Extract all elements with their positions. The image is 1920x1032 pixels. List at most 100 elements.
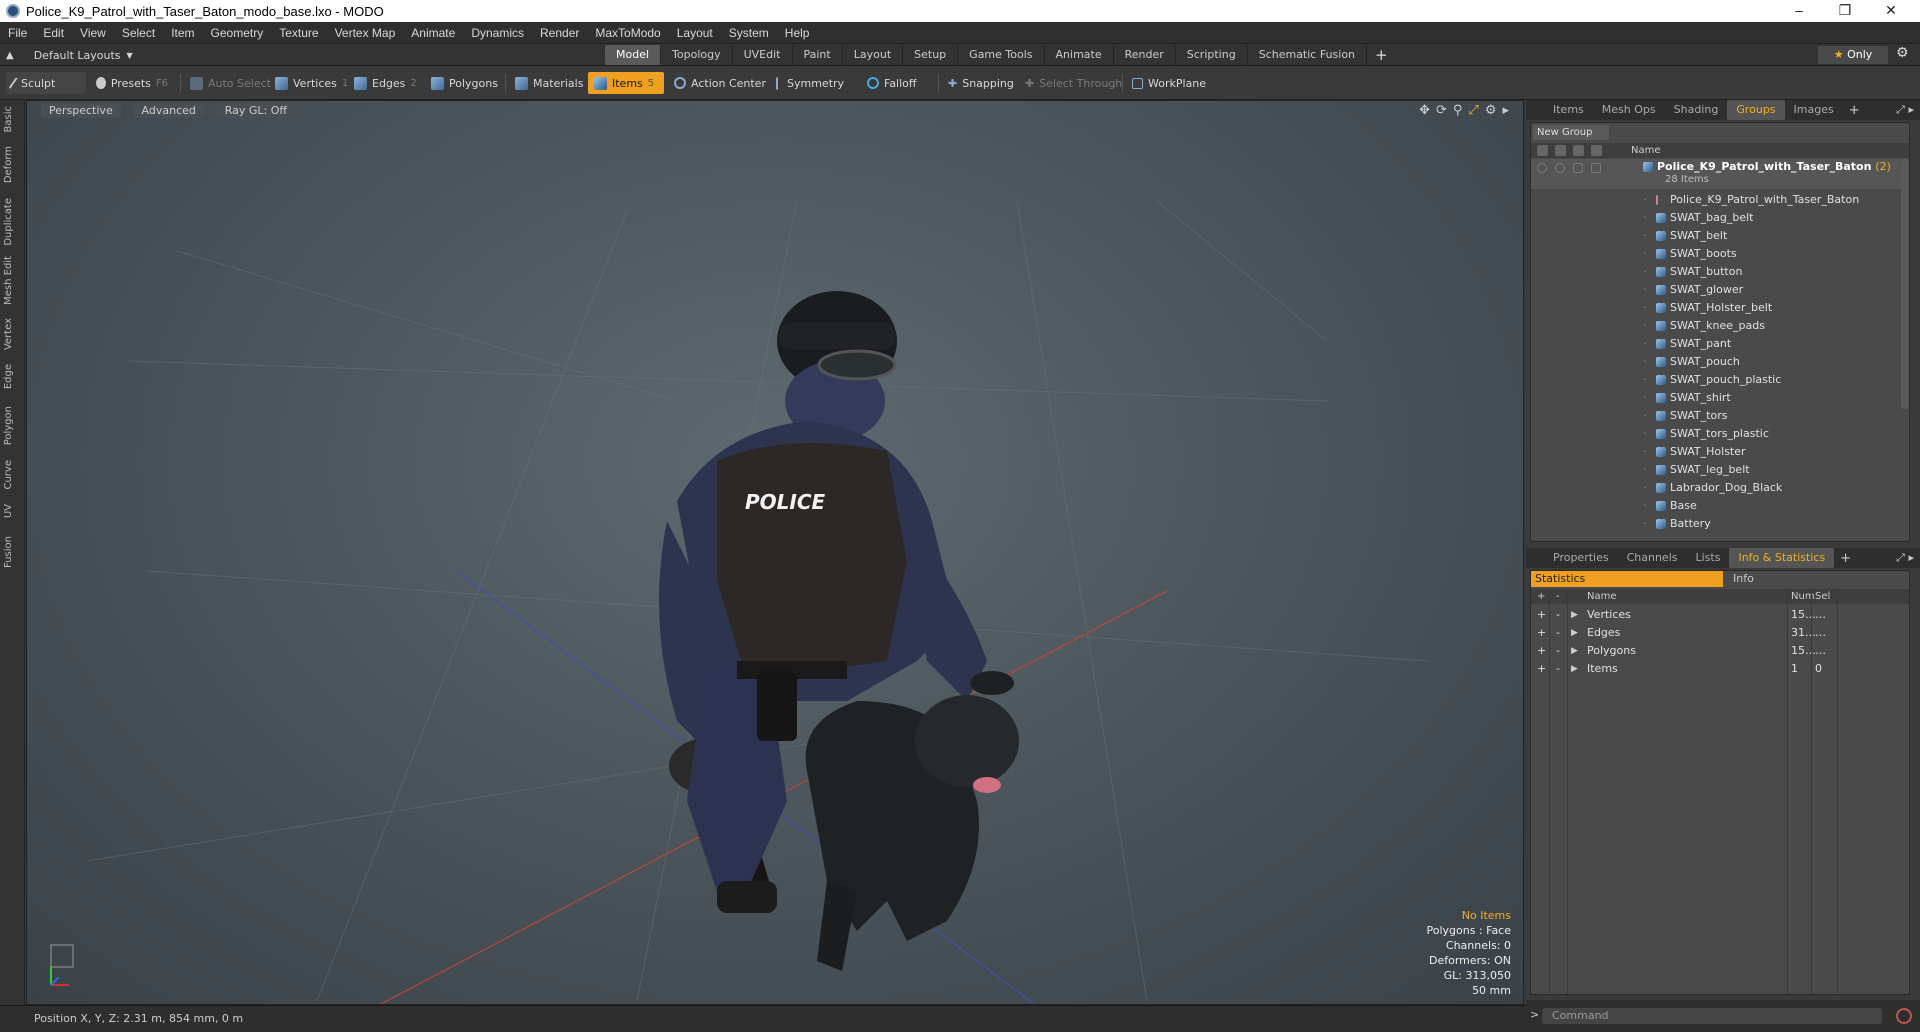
group-item-row[interactable]: · SWAT_knee_pads <box>1531 317 1901 335</box>
root-visibility-icon[interactable] <box>1537 163 1547 173</box>
tab-animate[interactable]: Animate <box>1045 45 1114 65</box>
group-item-row[interactable]: · SWAT_pant <box>1531 335 1901 353</box>
presets-button[interactable]: Presets F6 <box>90 72 174 94</box>
tab-uv[interactable]: UV <box>3 504 14 518</box>
add-bottom-tab-icon[interactable]: + <box>1834 551 1857 566</box>
stats-expand-icon[interactable]: + <box>1537 606 1546 624</box>
3d-viewport[interactable]: POLICE Perspective Advanced Ray GL: Off … <box>26 100 1524 1005</box>
root-select-checkbox[interactable] <box>1591 163 1601 173</box>
tab-edge[interactable]: Edge <box>3 364 14 389</box>
stats-arrow-icon[interactable]: ▶ <box>1571 660 1578 678</box>
stats-arrow-icon[interactable]: ▶ <box>1571 642 1578 660</box>
menu-file[interactable]: File <box>0 22 35 44</box>
materials-button[interactable]: Materials <box>509 72 589 94</box>
stats-row[interactable]: + - ▶ Vertices 15…… <box>1531 606 1909 624</box>
menu-system[interactable]: System <box>721 22 777 44</box>
raygl-button[interactable]: Ray GL: Off <box>216 103 295 118</box>
stats-collapse-icon[interactable]: - <box>1556 624 1560 642</box>
menu-geometry[interactable]: Geometry <box>203 22 272 44</box>
group-item-row[interactable]: · SWAT_belt <box>1531 227 1901 245</box>
tab-model[interactable]: Model <box>605 45 662 65</box>
stats-expand-icon[interactable]: + <box>1537 660 1546 678</box>
tab-paint[interactable]: Paint <box>793 45 843 65</box>
tab-info-statistics[interactable]: Info & Statistics <box>1729 548 1835 568</box>
tab-scripting[interactable]: Scripting <box>1176 45 1248 65</box>
tab-images[interactable]: Images <box>1785 100 1843 120</box>
tab-mesh-edit[interactable]: Mesh Edit <box>3 256 14 305</box>
menu-vertex-map[interactable]: Vertex Map <box>327 22 404 44</box>
perspective-button[interactable]: Perspective <box>41 103 121 118</box>
menu-maxtomodo[interactable]: MaxToModo <box>587 22 668 44</box>
only-button[interactable]: ★ Only <box>1818 46 1888 64</box>
minimize-icon[interactable]: – <box>1776 0 1822 22</box>
tab-mesh-ops[interactable]: Mesh Ops <box>1593 100 1665 120</box>
default-layouts-dropdown[interactable]: ▲ Default Layouts ▼ <box>6 46 133 64</box>
tab-setup[interactable]: Setup <box>903 45 959 65</box>
tab-items[interactable]: Items <box>1544 100 1593 120</box>
group-item-row[interactable]: · SWAT_shirt <box>1531 389 1901 407</box>
tab-deform[interactable]: Deform <box>3 146 14 183</box>
group-item-row[interactable]: · Labrador_Dog_Black <box>1531 479 1901 497</box>
pan-icon[interactable]: ✥ <box>1419 103 1430 118</box>
tab-polygon[interactable]: Polygon <box>3 406 14 445</box>
sculpt-button[interactable]: Sculpt <box>6 72 86 94</box>
stats-row[interactable]: + - ▶ Edges 31…… <box>1531 624 1909 642</box>
group-item-row[interactable]: · SWAT_tors <box>1531 407 1901 425</box>
falloff-button[interactable]: Falloff <box>861 72 922 94</box>
tab-vertex[interactable]: Vertex <box>3 318 14 350</box>
menu-select[interactable]: Select <box>114 22 163 44</box>
group-item-row[interactable]: · SWAT_tors_plastic <box>1531 425 1901 443</box>
expand-bottom-panel-icon[interactable]: ⤢ ▸ <box>1896 551 1914 565</box>
edges-button[interactable]: Edges 2 <box>348 72 423 94</box>
tab-layout[interactable]: Layout <box>843 45 904 65</box>
group-item-row[interactable]: · SWAT_pouch_plastic <box>1531 371 1901 389</box>
info-tab[interactable]: Info <box>1723 571 1754 587</box>
collapse-all-icon[interactable]: - <box>1556 589 1560 604</box>
stats-arrow-icon[interactable]: ▶ <box>1571 606 1578 624</box>
tab-channels[interactable]: Channels <box>1618 548 1687 568</box>
new-group-button[interactable]: New Group <box>1533 125 1609 140</box>
group-item-row[interactable]: · SWAT_Holster <box>1531 443 1901 461</box>
workplane-button[interactable]: WorkPlane <box>1126 72 1212 94</box>
groups-scrollbar[interactable] <box>1901 159 1909 409</box>
group-item-row[interactable]: · SWAT_leg_belt <box>1531 461 1901 479</box>
menu-dynamics[interactable]: Dynamics <box>463 22 532 44</box>
menu-edit[interactable]: Edit <box>35 22 72 44</box>
tab-duplicate[interactable]: Duplicate <box>3 198 14 246</box>
statistics-tab[interactable]: Statistics <box>1531 571 1723 587</box>
stats-row[interactable]: + - ▶ Polygons 15…… <box>1531 642 1909 660</box>
command-record-icon[interactable] <box>1896 1008 1912 1024</box>
menu-view[interactable]: View <box>72 22 114 44</box>
expand-all-icon[interactable]: + <box>1537 589 1545 604</box>
tab-topology[interactable]: Topology <box>661 45 733 65</box>
group-item-row[interactable]: · Battery <box>1531 515 1901 533</box>
action-center-button[interactable]: Action Center <box>668 72 772 94</box>
vertices-button[interactable]: Vertices 1 <box>269 72 354 94</box>
stats-collapse-icon[interactable]: - <box>1556 660 1560 678</box>
stats-arrow-icon[interactable]: ▶ <box>1571 624 1578 642</box>
group-item-row[interactable]: · SWAT_bag_belt <box>1531 209 1901 227</box>
tab-curve[interactable]: Curve <box>3 460 14 490</box>
tab-uvedit[interactable]: UVEdit <box>733 45 793 65</box>
viewport-menu-arrow-icon[interactable]: ▸ <box>1502 103 1509 118</box>
add-tab-icon[interactable]: + <box>1367 45 1396 65</box>
tab-schematic-fusion[interactable]: Schematic Fusion <box>1248 45 1368 65</box>
maximize-icon[interactable]: ❐ <box>1822 0 1868 22</box>
group-item-row[interactable]: · SWAT_Holster_belt <box>1531 299 1901 317</box>
fit-icon[interactable]: ⤢ <box>1468 103 1478 118</box>
rotate-icon[interactable]: ⟳ <box>1436 103 1447 118</box>
tab-properties[interactable]: Properties <box>1544 548 1618 568</box>
tab-fusion[interactable]: Fusion <box>3 536 14 568</box>
menu-help[interactable]: Help <box>777 22 818 44</box>
group-item-row[interactable]: · Police_K9_Patrol_with_Taser_Baton <box>1531 191 1901 209</box>
polygons-button[interactable]: Polygons <box>425 72 504 94</box>
viewport-gear-icon[interactable]: ⚙ <box>1485 103 1497 118</box>
expand-panel-icon[interactable]: ⤢ ▸ <box>1896 103 1914 117</box>
group-item-row[interactable]: · SWAT_button <box>1531 263 1901 281</box>
root-lock-checkbox[interactable] <box>1573 163 1583 173</box>
stats-collapse-icon[interactable]: - <box>1556 606 1560 624</box>
group-item-row[interactable]: · Base <box>1531 497 1901 515</box>
group-item-row[interactable]: · SWAT_glower <box>1531 281 1901 299</box>
tab-game-tools[interactable]: Game Tools <box>958 45 1045 65</box>
stats-row[interactable]: + - ▶ Items 1 0 <box>1531 660 1909 678</box>
